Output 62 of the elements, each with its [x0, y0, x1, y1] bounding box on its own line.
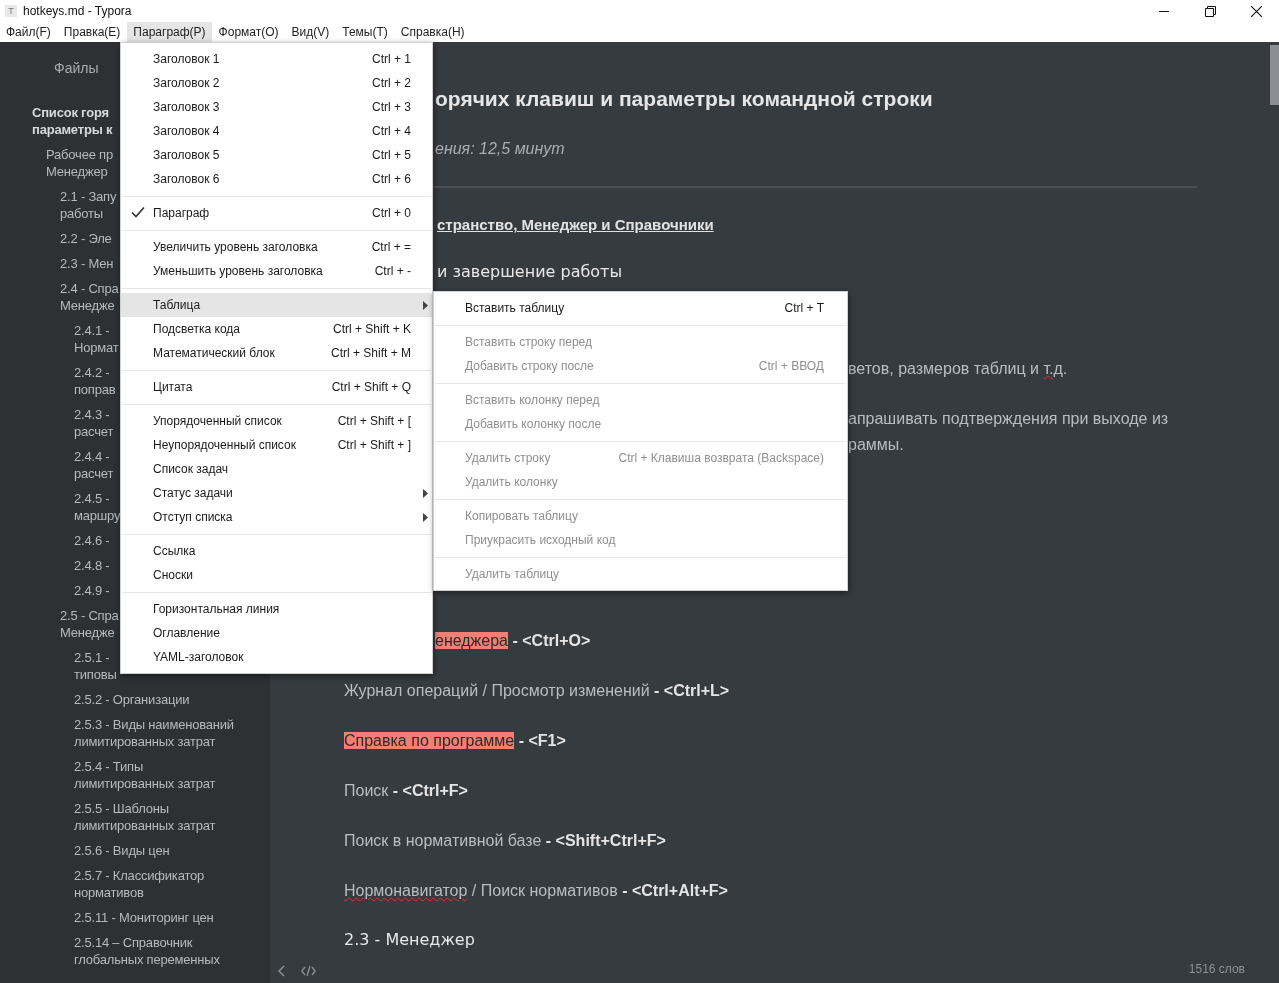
menu-item[interactable]: Горизонтальная линия [121, 597, 432, 621]
menu-bar-item[interactable]: Темы(T) [336, 22, 394, 42]
paragraph: Журнал операций / Просмотр изменений - <Ctrl+L> [344, 681, 730, 701]
menu-item[interactable]: Упорядоченный список Ctrl + Shift + [ [121, 409, 432, 433]
outline-item[interactable]: 2.5.4 - Типы лимитированных затрат [74, 754, 246, 796]
code-icon[interactable] [301, 965, 316, 977]
outline-item[interactable]: 2.5.2 - Организации [74, 687, 246, 712]
menu-item[interactable]: Увеличить уровень заголовка Ctrl + = [121, 235, 432, 259]
menu-bar-item[interactable]: Файл(F) [0, 22, 57, 42]
menu-item[interactable]: Уменьшить уровень заголовка Ctrl + - [121, 259, 432, 283]
outline-item[interactable]: 2.5.3 - Виды наименований лимитированных затрат [74, 712, 246, 754]
paragraph: Справка по программе - <F1> [344, 731, 566, 751]
menu-item[interactable]: Таблица [121, 293, 432, 317]
files-tab[interactable]: Файлы [54, 60, 99, 76]
outline-item[interactable]: 2.5.6 - Виды цен [74, 838, 246, 863]
menu-item[interactable]: Заголовок 1 Ctrl + 1 [121, 47, 432, 71]
paragraph: Нормонавигатор / Поиск нормативов - <Ctrl+Alt+F> [344, 881, 728, 901]
menu-item[interactable]: Заголовок 5 Ctrl + 5 [121, 143, 432, 167]
close-icon[interactable] [1250, 5, 1262, 17]
restore-icon[interactable] [1204, 5, 1216, 17]
menu-item[interactable]: Отступ списка [121, 505, 432, 529]
menu-item[interactable]: Математический блок Ctrl + Shift + M [121, 341, 432, 365]
menu-item[interactable]: YAML-заголовок [121, 645, 432, 669]
menu-bar-item[interactable]: Формат(O) [212, 22, 285, 42]
menu-bar-item[interactable]: Вид(V) [285, 22, 336, 42]
menu-item[interactable]: Заголовок 2 Ctrl + 2 [121, 71, 432, 95]
window-title: hotkeys.md - Typora [23, 4, 133, 18]
section-heading: и завершение работы [437, 261, 623, 283]
menu-bar-item[interactable]: Правка(E) [57, 22, 127, 42]
paragraph: енеджера - <Ctrl+O> [435, 631, 591, 651]
word-count: 1516 слов [1188, 962, 1245, 976]
menu-item[interactable]: Заголовок 3 Ctrl + 3 [121, 95, 432, 119]
menu-item[interactable]: Оглавление [121, 621, 432, 645]
scrollbar-thumb[interactable] [1270, 45, 1279, 105]
menu-item[interactable]: Статус задачи [121, 481, 432, 505]
outline-item[interactable]: 2.5.5 - Шаблоны лимитированных затрат [74, 796, 246, 838]
menu-item[interactable]: Вставить таблицу Ctrl + T [434, 296, 847, 320]
paragraph: Поиск - <Ctrl+F> [344, 781, 468, 801]
menu-bar-item[interactable]: Справка(H) [394, 22, 471, 42]
outline-item[interactable]: 2.5.14 – Справочник глобальных переменных [74, 930, 246, 972]
heading-link[interactable]: странство, Менеджер и Справочники [437, 214, 714, 236]
section-heading: 2.3 - Менеджер [344, 929, 475, 951]
menu-item[interactable]: Параграф Ctrl + 0 [121, 201, 432, 225]
paragraph: Поиск в нормативной базе - <Shift+Ctrl+F> [344, 831, 666, 851]
outline-item[interactable]: 2.5.11 - Мониторинг цен [74, 905, 246, 930]
menu-item[interactable]: Подсветка кода Ctrl + Shift + K [121, 317, 432, 341]
outline-item[interactable]: 2.5.7 - Классификатор нормативов [74, 863, 246, 905]
menu-item[interactable]: Сноски [121, 563, 432, 587]
menu-item[interactable]: Заголовок 4 Ctrl + 4 [121, 119, 432, 143]
menu-item[interactable]: Список задач [121, 457, 432, 481]
app-logo: T [5, 5, 17, 17]
menu-item[interactable]: Цитата Ctrl + Shift + Q [121, 375, 432, 399]
paragraph: апрашивать подтверждения при выходе из [848, 409, 1169, 429]
back-icon[interactable] [278, 965, 285, 977]
menu-item[interactable]: Неупорядоченный список Ctrl + Shift + ] [121, 433, 432, 457]
menu-item[interactable]: Заголовок 6 Ctrl + 6 [121, 167, 432, 191]
menu-item[interactable]: Ссылка [121, 539, 432, 563]
menu-bar-item[interactable]: Параграф(P) [127, 22, 212, 42]
reading-time: ения: 12,5 минут [435, 139, 565, 159]
document-title: орячих клавиш и параметры командной строки [435, 86, 933, 112]
paragraph: раммы. [848, 435, 904, 455]
paragraph: ветов, размеров таблиц и т.д. [848, 359, 1068, 379]
